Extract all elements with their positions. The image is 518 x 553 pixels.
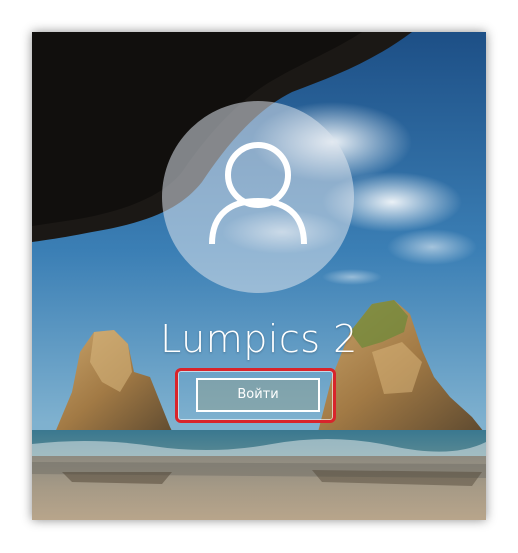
user-avatar xyxy=(162,101,354,293)
signin-button[interactable]: Войти xyxy=(196,378,320,412)
user-name: Lumpics 2 xyxy=(160,317,358,361)
user-icon xyxy=(209,142,307,245)
lock-screen: Lumpics 2 Войти xyxy=(32,32,486,520)
